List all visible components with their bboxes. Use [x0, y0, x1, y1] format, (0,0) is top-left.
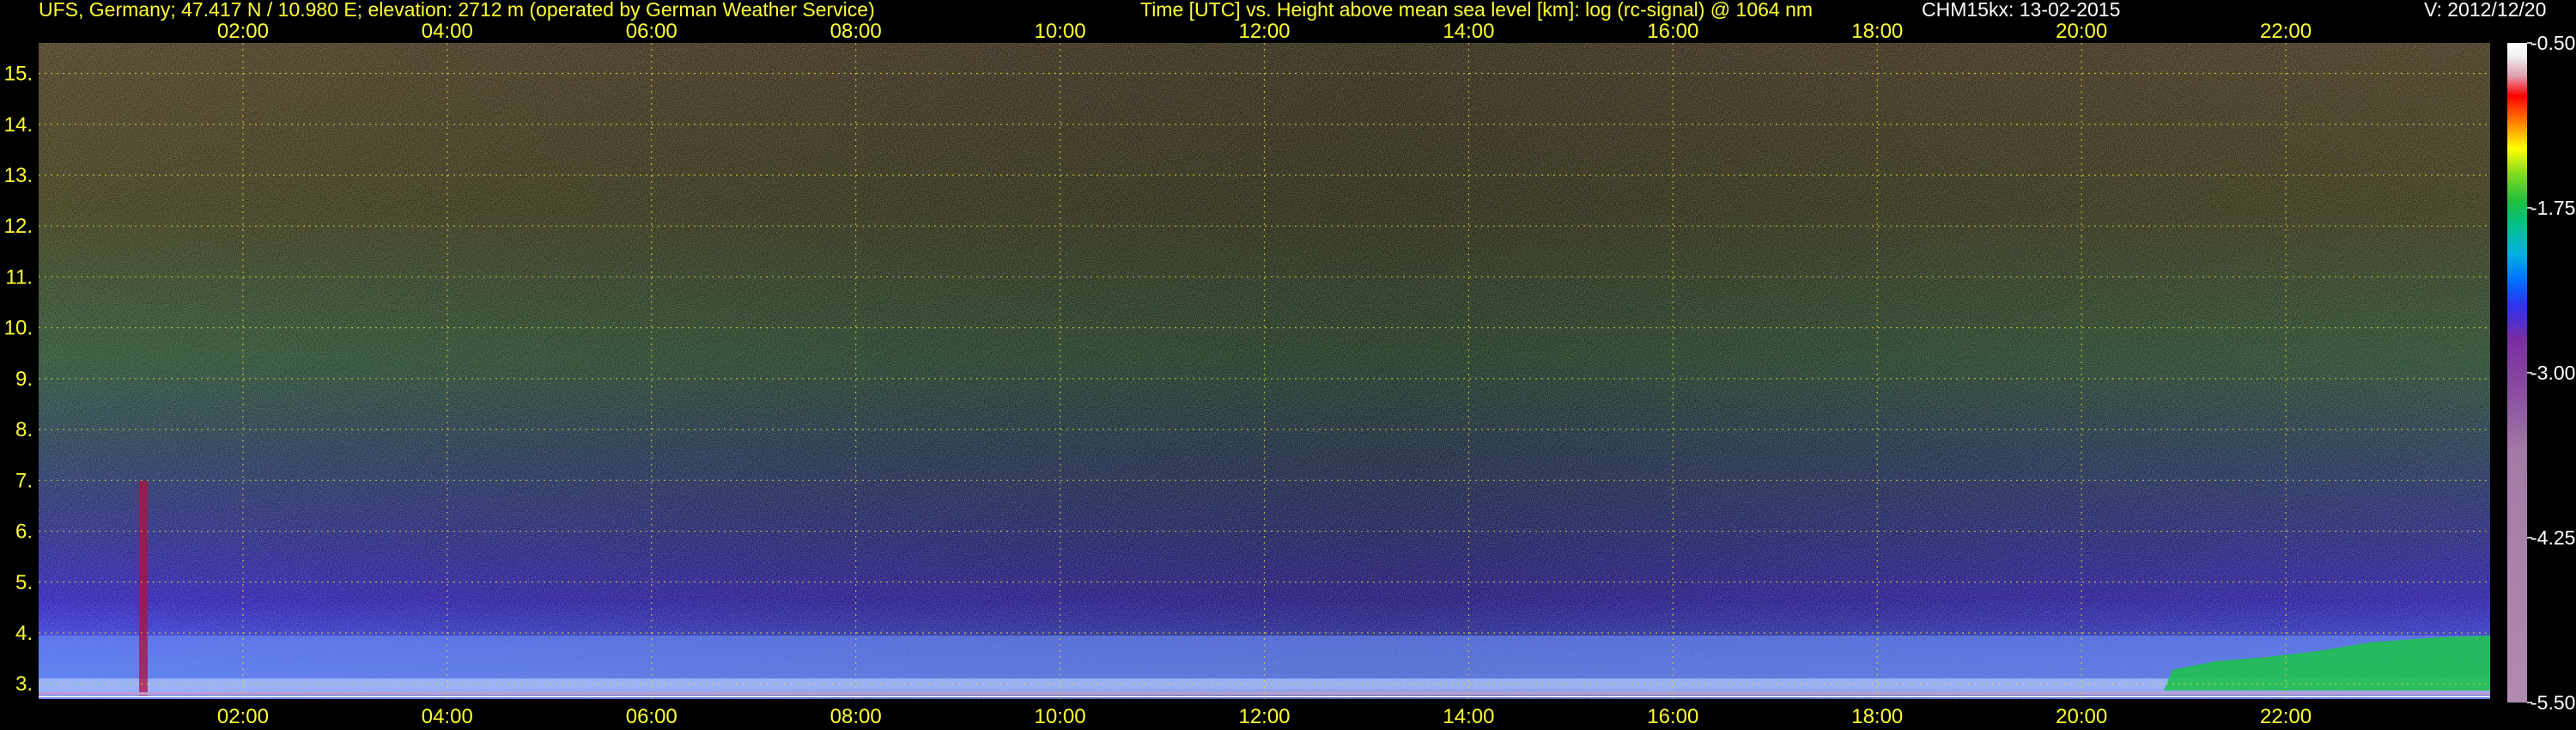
x-tick-label-bottom: 10:00 [1035, 705, 1086, 728]
y-tick-label: 15. [4, 63, 33, 86]
y-axis: 3. 4. 5. 6. 7. 8. 9. 10. 11. 12. 13. 14. 15. [4, 63, 33, 697]
x-tick-label-bottom: 04:00 [422, 705, 473, 728]
colorbar-tick-label: -4.25 [2530, 526, 2575, 549]
x-tick-label-top: 20:00 [2056, 20, 2107, 43]
x-tick-label-top: 10:00 [1035, 20, 1086, 43]
x-tick-label-top: 04:00 [422, 20, 473, 43]
x-tick-label-top: 22:00 [2260, 20, 2312, 43]
noise-texture [39, 43, 2490, 699]
y-tick-label: 11. [5, 265, 33, 289]
colorbar-scale [2507, 43, 2527, 703]
y-tick-label: 9. [15, 368, 33, 391]
plot-title: Time [UTC] vs. Height above mean sea lev… [1140, 0, 1814, 21]
y-tick-label: 7. [15, 469, 33, 492]
y-tick-label: 5. [15, 571, 33, 594]
red-event-column [139, 481, 148, 697]
colorbar-tick-label: -5.50 [2530, 691, 2575, 714]
x-axis-bottom: 02:00 04:00 06:00 08:00 10:00 12:00 14:00 16:00… [217, 705, 2312, 728]
y-tick-label: 14. [4, 113, 33, 137]
x-tick-label-bottom: 22:00 [2260, 705, 2312, 728]
y-tick-label: 6. [15, 520, 33, 544]
x-tick-label-top: 06:00 [626, 20, 677, 43]
x-tick-label-top: 16:00 [1647, 20, 1698, 43]
x-tick-label-bottom: 02:00 [217, 705, 269, 728]
station-header: UFS, Germany; 47.417 N / 10.980 E; eleva… [39, 0, 875, 21]
plot-area [39, 43, 2490, 699]
y-tick-label: 13. [4, 164, 33, 187]
x-tick-label-bottom: 12:00 [1238, 705, 1290, 728]
lidar-chart: 3. 4. 5. 6. 7. 8. 9. 10. 11. 12. 13. 14. 15. 02:00 04… [4, 20, 2576, 728]
bottom-line-2 [39, 696, 2490, 697]
colorbar: -0.50 -1.75 -3.00 -4.25 -5.50 [2507, 32, 2575, 714]
x-tick-label-bottom: 16:00 [1647, 705, 1698, 728]
y-tick-label: 10. [4, 317, 33, 340]
y-tick-label: 4. [15, 622, 33, 645]
colorbar-ticks: -0.50 -1.75 -3.00 -4.25 -5.50 [2527, 32, 2575, 714]
colorbar-tick-label: -0.50 [2530, 32, 2575, 54]
x-tick-label-bottom: 06:00 [626, 705, 677, 728]
y-tick-label: 8. [15, 418, 33, 441]
x-tick-label-bottom: 08:00 [830, 705, 882, 728]
colorbar-tick-label: -1.75 [2530, 197, 2575, 219]
y-tick-label: 12. [4, 215, 33, 238]
x-tick-label-bottom: 20:00 [2056, 705, 2107, 728]
x-axis-top: 02:00 04:00 06:00 08:00 10:00 12:00 14:00 16:00… [217, 20, 2312, 43]
x-tick-label-top: 18:00 [1851, 20, 1903, 43]
colorbar-tick-label: -3.00 [2530, 362, 2575, 384]
instrument-date: CHM15kx: 13-02-2015 [1922, 0, 2121, 21]
version-label: V: 2012/12/20 [2424, 0, 2547, 21]
x-tick-label-top: 08:00 [830, 20, 882, 43]
x-tick-label-top: 12:00 [1238, 20, 1290, 43]
x-tick-label-bottom: 18:00 [1851, 705, 1903, 728]
x-tick-label-top: 14:00 [1443, 20, 1494, 43]
x-tick-label-bottom: 14:00 [1443, 705, 1494, 728]
y-tick-label: 3. [15, 672, 33, 696]
x-tick-label-top: 02:00 [217, 20, 269, 43]
